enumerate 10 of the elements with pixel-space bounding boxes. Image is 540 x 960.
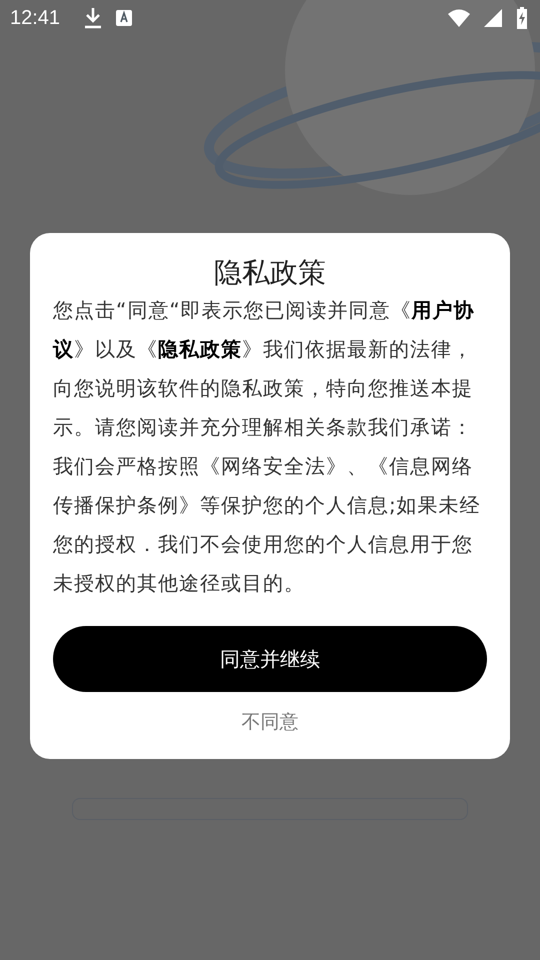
status-time: 12:41: [10, 6, 60, 30]
download-icon: [84, 7, 102, 29]
battery-icon: [516, 7, 528, 29]
decline-button[interactable]: 不同意: [238, 707, 302, 737]
keyboard-icon: [116, 10, 132, 26]
wifi-icon: [448, 9, 470, 27]
dialog-title: 隐私政策: [214, 255, 326, 291]
signal-icon: [484, 9, 502, 27]
privacy-text: 您点击“同意“即表示您已阅读并同意《用户协议》以及《隐私政策》我们依据最新的法律，向您说明该软件的隐私政策，特向您推送本提示。请您阅读并充分理解相关条款我们承诺：我们会严格按照《网络安全法》、《信息网络传播保护条例》等保护您的个人信息;如果未经您的授权．我们不会使用您的个人信息用于您未授权的其他途径或目的。: [53, 297, 482, 597]
agree-button[interactable]: 同意并继续: [53, 626, 487, 692]
